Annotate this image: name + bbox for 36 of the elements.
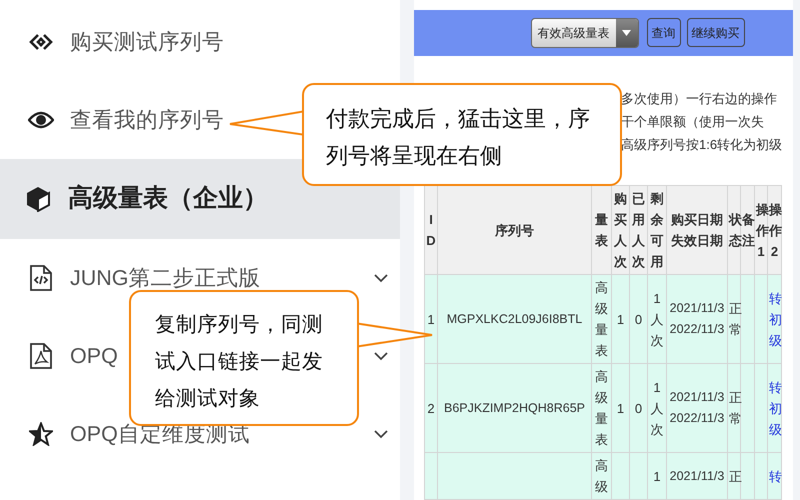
- table-cell: 正: [728, 452, 740, 500]
- table-cell: 高级量表: [592, 274, 612, 364]
- table-cell: 0: [630, 274, 648, 364]
- table-cell: 1人次: [648, 364, 666, 452]
- column-header: 操作2: [768, 186, 782, 274]
- column-header: 操作1: [754, 186, 768, 274]
- table-cell: 1: [648, 452, 666, 500]
- table-cell: 2: [424, 364, 438, 452]
- table-cell: 0: [630, 364, 648, 452]
- table-cell: 2021/11/3: [666, 452, 728, 500]
- column-header: 购买日期失效日期: [666, 186, 728, 274]
- table-cell: 高级: [592, 452, 612, 500]
- column-header: 购买人次: [612, 186, 630, 274]
- callout-tooltip: 复制序列号，同测试入口链接一起发给测试对象: [129, 290, 359, 426]
- column-header: 备注: [740, 186, 754, 274]
- column-header: 量表: [592, 186, 612, 274]
- table-cell: 正常: [728, 274, 740, 364]
- table-cell: MGPXLKC2L09J6I8BTL: [438, 274, 592, 364]
- table-cell: 1: [612, 364, 630, 452]
- column-header: 序列号: [438, 186, 592, 274]
- notice-text: 多次使用）一行右边的操作: [621, 90, 777, 108]
- table-cell: 高级量表: [592, 364, 612, 452]
- notice-text: 高级序列号按1:6转化为初级: [621, 136, 782, 154]
- callout-tooltip: 付款完成后，猛击这里，序列号将呈现在右侧: [302, 83, 622, 186]
- notice-text: 干个单限额（使用一次失: [621, 112, 764, 131]
- table-cell: 1: [424, 274, 438, 364]
- table-cell: B6PJKZIMP2HQH8R65P: [438, 364, 592, 452]
- table-cell: 2021/11/3 2022/11/3: [666, 274, 728, 364]
- table-cell: 2021/11/3 2022/11/3: [666, 364, 728, 452]
- column-header: 剩余可用: [648, 186, 666, 274]
- column-header: 状态: [728, 186, 740, 274]
- column-header: ID: [424, 186, 438, 274]
- column-header: 已用人次: [630, 186, 648, 274]
- table-cell: 正常: [728, 364, 740, 452]
- table-cell: 1: [612, 274, 630, 364]
- table-cell: 1人次: [648, 274, 666, 364]
